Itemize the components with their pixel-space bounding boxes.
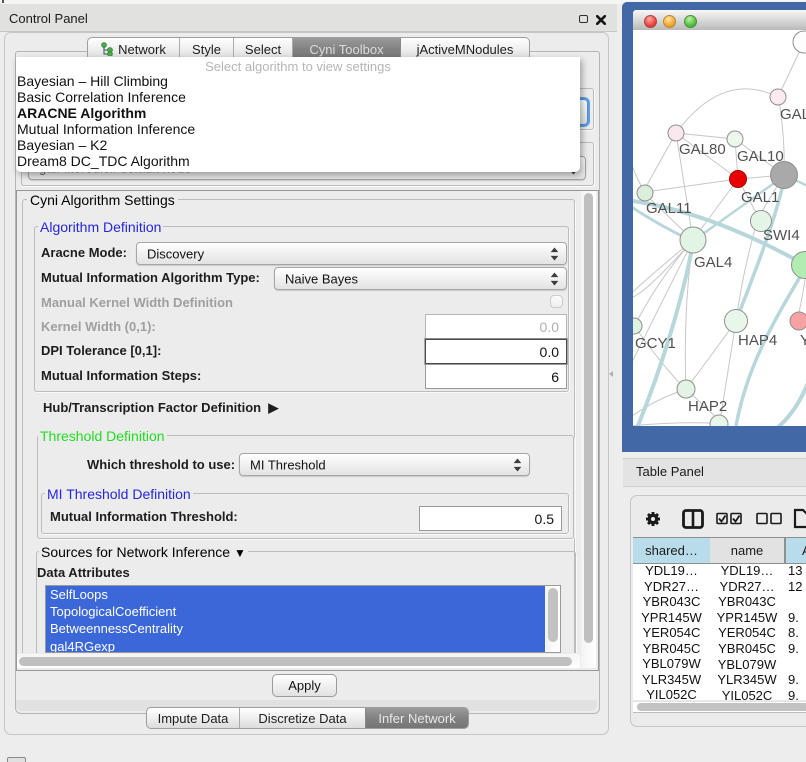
svg-text:HAP4: HAP4: [738, 332, 777, 349]
svg-text:GAL4: GAL4: [694, 254, 732, 271]
svg-text:GAL11: GAL11: [646, 200, 692, 217]
svg-text:SWI4: SWI4: [763, 227, 800, 244]
svg-text:Y: Y: [800, 332, 806, 349]
svg-text:HAP2: HAP2: [688, 398, 727, 415]
svg-text:GAL2: GAL2: [780, 106, 806, 123]
svg-text:GAL10: GAL10: [737, 148, 784, 165]
svg-text:GAL80: GAL80: [679, 141, 726, 158]
svg-text:GAL1: GAL1: [741, 189, 779, 206]
svg-text:GCY1: GCY1: [635, 335, 676, 352]
